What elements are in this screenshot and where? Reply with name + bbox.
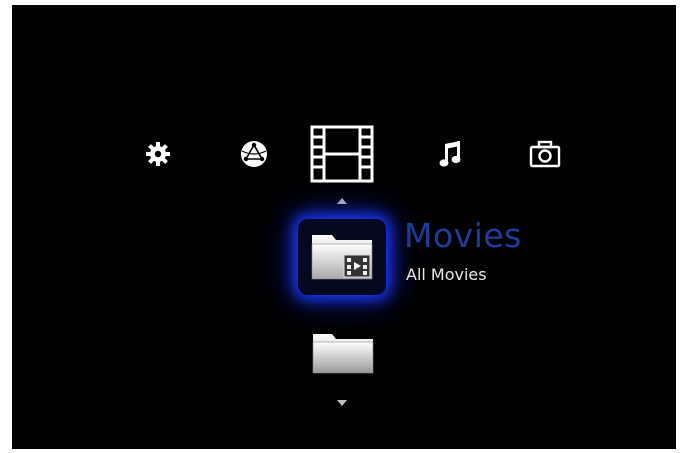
scroll-down-arrow[interactable] — [337, 400, 347, 406]
scroll-up-arrow[interactable] — [337, 198, 347, 204]
gear-icon — [146, 142, 170, 166]
list-item-folder[interactable] — [312, 331, 374, 375]
music-note-icon — [439, 141, 461, 167]
video-menu-item[interactable] — [310, 125, 374, 183]
film-strip-icon — [310, 125, 374, 183]
internet-menu-item[interactable] — [239, 139, 269, 169]
music-menu-item[interactable] — [438, 140, 464, 170]
media-player-screen: Movies All Movies — [12, 5, 676, 449]
internet-globe-icon — [241, 141, 267, 167]
folder-icon — [312, 334, 374, 374]
list-item-movies[interactable] — [298, 219, 386, 295]
item-title: Movies — [404, 216, 522, 255]
settings-menu-item[interactable] — [144, 140, 172, 168]
camera-icon — [529, 140, 561, 168]
movies-folder-icon — [311, 235, 373, 280]
item-subtitle: All Movies — [406, 265, 487, 284]
photo-menu-item[interactable] — [528, 139, 562, 169]
